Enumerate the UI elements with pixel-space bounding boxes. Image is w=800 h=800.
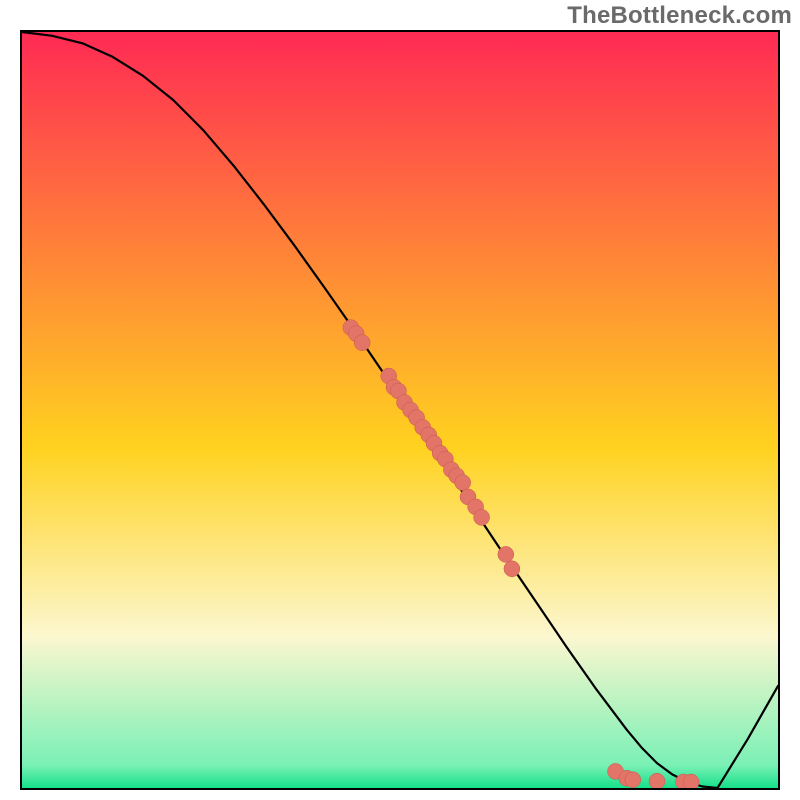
scatter-dot <box>354 335 370 351</box>
chart-plot <box>20 30 780 790</box>
scatter-dot <box>683 774 699 790</box>
scatter-dot <box>649 773 665 789</box>
scatter-dot <box>455 475 471 491</box>
scatter-dot <box>504 561 520 577</box>
watermark-text: TheBottleneck.com <box>567 2 792 30</box>
scatter-dot <box>474 509 490 525</box>
chart-background <box>22 32 778 788</box>
chart-svg <box>20 30 780 790</box>
scatter-dot <box>498 546 514 562</box>
scatter-dot <box>625 772 641 788</box>
